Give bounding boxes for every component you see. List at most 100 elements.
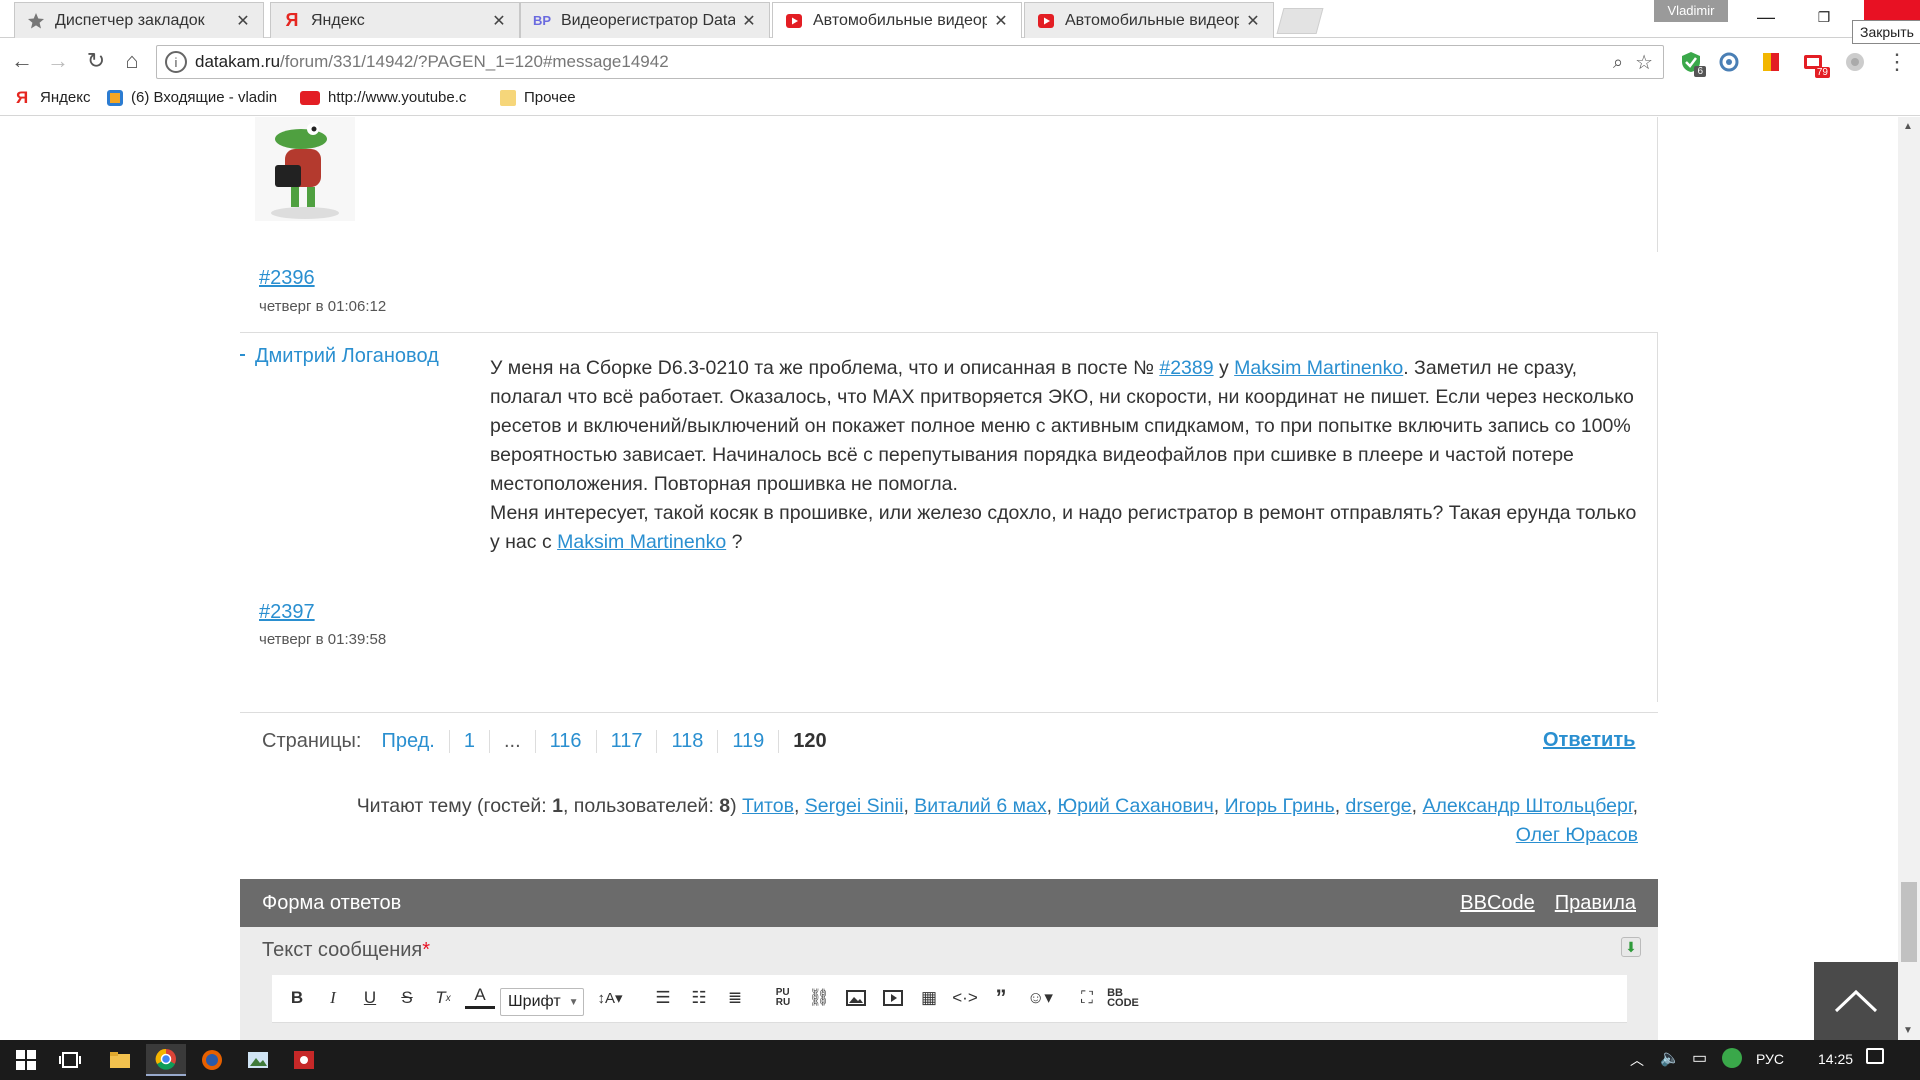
table-icon[interactable]: ▦ [914,983,944,1013]
align-icon[interactable]: ≣ [720,983,750,1013]
reader-link[interactable]: Sergei Sinii [805,795,904,817]
video-icon[interactable] [878,983,908,1013]
close-icon[interactable]: ✕ [235,11,251,31]
bold-button[interactable]: B [282,983,312,1013]
menu-kebab-icon[interactable]: ⋮ [1884,49,1910,75]
smiley-icon[interactable]: ☺▾ [1022,983,1058,1013]
bookmark-yandex[interactable]: Я Яндекс [16,89,90,107]
language-indicator[interactable]: РУС [1756,1051,1784,1067]
photo-viewer-icon[interactable] [238,1044,278,1076]
bbcode-mode-icon[interactable]: BB CODE [1107,983,1139,1013]
scroll-up-arrow-icon[interactable]: ▲ [1903,121,1913,132]
volume-icon[interactable]: 🔈 [1660,1048,1680,1068]
mail-ext-icon[interactable]: 79 [1800,49,1830,78]
bookmark-star-icon[interactable]: ☆ [1635,50,1653,75]
post-author[interactable]: Дмитрий Логановод [255,345,439,368]
scroll-down-arrow-icon[interactable]: ▼ [1903,1025,1913,1036]
reader-link[interactable]: Игорь Гринь [1225,795,1335,817]
address-bar[interactable]: i datakam.ru/forum/331/14942/?PAGEN_1=12… [156,45,1664,79]
back-arrow-icon[interactable]: ← [6,45,38,77]
tab-autovideo-active[interactable]: Автомобильные видеор ✕ [772,2,1022,38]
media-app-icon[interactable] [284,1044,324,1076]
chrome-icon[interactable] [146,1044,186,1076]
font-size-button[interactable]: ↕A▾ [592,983,628,1013]
notifications-icon[interactable] [1866,1048,1884,1064]
clock[interactable]: 14:25 [1818,1051,1853,1067]
info-icon[interactable]: i [165,51,187,73]
image-icon[interactable] [841,983,871,1013]
strike-button[interactable]: S [392,983,422,1013]
field-label-text: Текст сообщения [262,939,423,961]
reader-link[interactable]: Александр Штольцберг [1423,795,1633,817]
reload-icon[interactable]: ↻ [80,45,112,77]
shield-ext-icon[interactable]: 6 [1678,49,1706,77]
bullet-list-icon[interactable]: ☷ [684,983,714,1013]
bbcode-link[interactable]: BBCode [1460,892,1535,915]
reader-link[interactable]: Юрий Саханович [1057,795,1213,817]
reader-link[interactable]: Виталий 6 мах [914,795,1046,817]
display-icon[interactable]: ▭ [1692,1048,1707,1068]
close-icon[interactable]: ✕ [491,11,507,31]
code-icon[interactable]: <·> [950,983,980,1013]
reader-link[interactable]: drserge [1346,795,1412,817]
bookmark-ext-icon[interactable] [1758,49,1784,75]
text-color-button[interactable]: A [465,983,495,1009]
post-ref-link[interactable]: #2389 [1159,357,1213,379]
page-link[interactable]: 1 [450,729,490,753]
close-icon[interactable]: ✕ [741,11,757,31]
home-icon[interactable]: ⌂ [116,45,148,77]
post-number-link[interactable]: #2396 [259,267,315,290]
page-link[interactable]: 117 [597,729,658,753]
profile-ext-icon[interactable] [1842,49,1868,75]
windows-start-icon[interactable] [6,1044,46,1076]
page-link[interactable]: 118 [657,729,719,753]
rules-link[interactable]: Правила [1555,892,1636,915]
reader-link[interactable]: Титов [742,795,794,817]
tab-datakam-vr[interactable]: BP Видеорегистратор Datal ✕ [520,2,770,38]
sync-ext-icon[interactable] [1716,49,1742,75]
close-window-button[interactable] [1864,0,1920,22]
tab-autovideo-2[interactable]: Автомобильные видеор ✕ [1024,2,1274,38]
underline-button[interactable]: U [355,983,385,1013]
quote-icon[interactable]: ” [986,983,1016,1013]
page-link[interactable]: 119 [718,729,780,753]
link-icon[interactable]: ⛓ [804,983,834,1013]
user-link[interactable]: Maksim Martinenko [557,531,726,553]
scrollbar-thumb[interactable] [1901,882,1917,962]
clear-format-button[interactable]: Tx [428,983,458,1013]
page-link[interactable]: 116 [536,729,597,753]
profile-badge[interactable]: Vladimir [1654,0,1728,22]
pagination-top-border [240,712,1658,713]
tab-yandex[interactable]: Я Яндекс ✕ [270,2,520,38]
close-icon[interactable]: ✕ [1245,11,1261,31]
translit-icon[interactable]: PU RU [768,983,798,1013]
close-icon[interactable]: ✕ [993,11,1009,31]
keyboard-icon[interactable] [1728,1048,1746,1060]
minimize-button[interactable]: — [1738,0,1794,34]
post-number-link[interactable]: #2397 [259,601,315,624]
page-prev-link[interactable]: Пред. [381,729,450,753]
font-select[interactable]: Шрифт ▼ [500,988,584,1016]
restore-button[interactable]: ❐ [1796,0,1852,34]
scroll-to-top-button[interactable] [1814,962,1898,1040]
forward-arrow-icon[interactable]: → [42,45,74,77]
user-link[interactable]: Maksim Martinenko [1234,357,1403,379]
tab-bookmark-manager[interactable]: Диспетчер закладок ✕ [14,2,264,38]
task-view-icon[interactable] [50,1044,90,1076]
zoom-icon[interactable]: ⌕ [1613,52,1623,73]
save-draft-icon[interactable]: ⬇ [1621,937,1641,957]
new-tab-button[interactable] [1276,8,1324,34]
reply-link[interactable]: Ответить [1543,729,1635,752]
chevron-down-icon: ▼ [568,996,579,1008]
bookmark-inbox[interactable]: (6) Входящие - vladin [107,89,281,106]
post-paragraph: У меня на Сборке D6.3-0210 та же проблем… [490,354,1640,499]
ordered-list-icon[interactable]: ☰ [648,983,678,1013]
italic-button[interactable]: I [318,983,348,1013]
bookmark-youtube[interactable]: http://www.youtube.c [300,89,478,106]
tray-chevron-up-icon[interactable]: ︿ [1630,1050,1644,1070]
bookmark-folder-other[interactable]: Прочее [500,89,576,106]
reader-link[interactable]: Олег Юрасов [1516,824,1638,846]
firefox-icon[interactable] [192,1044,232,1076]
fullscreen-icon[interactable]: ⛶ [1072,983,1102,1013]
file-explorer-icon[interactable] [100,1044,140,1076]
